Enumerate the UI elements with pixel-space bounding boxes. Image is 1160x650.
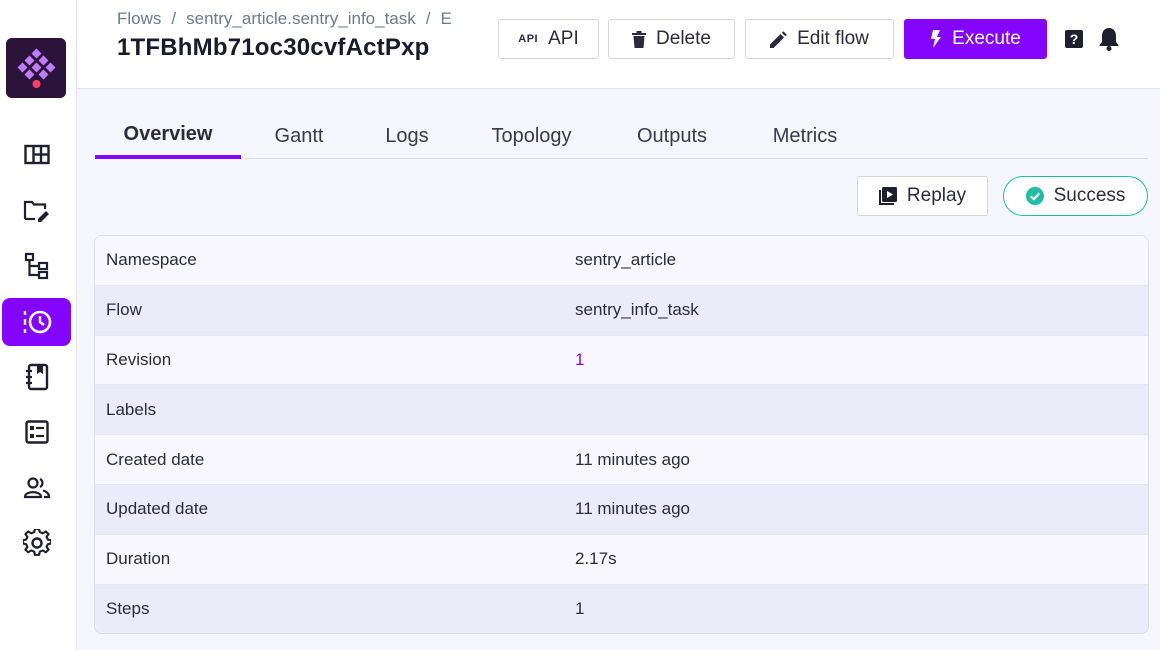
detail-value: 11 minutes ago	[575, 499, 690, 519]
help-icon[interactable]: ?	[1065, 30, 1083, 48]
flows-icon	[23, 200, 49, 222]
detail-value: 1	[575, 599, 585, 619]
breadcrumb: Flows / sentry_article.sentry_info_task / E	[117, 9, 477, 29]
delete-button-label: Delete	[656, 28, 711, 49]
breadcrumb-separator: /	[171, 9, 177, 28]
detail-row-namespace: Namespace sentry_article	[95, 236, 1148, 286]
replay-icon	[878, 187, 897, 205]
logs-icon	[25, 363, 48, 391]
detail-value: sentry_article	[575, 250, 677, 270]
blueprints-icon	[24, 420, 49, 444]
edit-flow-button-label: Edit flow	[797, 28, 869, 49]
detail-row-created-date: Created date 11 minutes ago	[95, 435, 1148, 485]
lightning-icon	[931, 30, 942, 48]
nav-logs[interactable]	[2, 353, 71, 401]
app-logo[interactable]	[6, 38, 66, 98]
executions-icon	[23, 310, 51, 334]
breadcrumb-execution-link[interactable]: E	[440, 9, 451, 28]
api-icon: API	[518, 33, 539, 45]
detail-row-flow: Flow sentry_info_task	[95, 285, 1148, 336]
revision-link[interactable]: 1	[575, 350, 1148, 370]
nav-executions[interactable]	[2, 298, 71, 346]
page-title: 1TFBhMb71oc30cvfActPxp	[117, 34, 430, 61]
detail-row-updated-date: Updated date 11 minutes ago	[95, 484, 1148, 535]
api-button[interactable]: API API	[498, 19, 599, 59]
delete-button[interactable]: Delete	[608, 19, 735, 59]
detail-row-duration: Duration 2.17s	[95, 534, 1148, 585]
tab-bar: Overview Gantt Logs Topology Outputs Met…	[95, 114, 1148, 159]
trash-icon	[632, 30, 647, 48]
logo-icon	[17, 48, 56, 88]
tab-gantt[interactable]: Gantt	[259, 114, 339, 159]
detail-row-labels: Labels	[95, 385, 1148, 436]
nav-blueprints[interactable]	[2, 408, 71, 456]
tab-metrics[interactable]: Metrics	[756, 114, 854, 159]
detail-key: Updated date	[106, 499, 209, 519]
pencil-icon	[770, 30, 787, 48]
templates-icon	[24, 252, 48, 280]
status-badge: Success	[1003, 176, 1148, 216]
execution-details-table: Namespace sentry_article Flow sentry_inf…	[94, 235, 1149, 634]
edit-flow-button[interactable]: Edit flow	[745, 19, 894, 59]
users-icon	[23, 477, 50, 499]
detail-key: Created date	[106, 449, 205, 469]
check-circle-icon	[1025, 187, 1044, 205]
dashboard-icon	[23, 144, 50, 165]
detail-key: Flow	[106, 300, 142, 320]
detail-key: Namespace	[106, 250, 197, 270]
nav-templates[interactable]	[2, 242, 71, 290]
replay-button[interactable]: Replay	[857, 176, 988, 216]
nav-users[interactable]	[2, 464, 71, 512]
detail-key: Revision	[106, 349, 172, 369]
detail-value: sentry_info_task	[575, 300, 699, 320]
detail-key: Duration	[106, 549, 171, 569]
tab-overview[interactable]: Overview	[95, 114, 241, 159]
nav-dashboard[interactable]	[2, 131, 71, 179]
settings-icon	[22, 529, 51, 556]
breadcrumb-flow-link[interactable]: sentry_article.sentry_info_task	[186, 9, 416, 28]
tab-topology[interactable]: Topology	[475, 114, 588, 159]
detail-key: Labels	[106, 399, 157, 419]
sidebar	[0, 0, 77, 650]
tab-outputs[interactable]: Outputs	[621, 114, 723, 159]
execute-button[interactable]: Execute	[904, 19, 1047, 59]
top-header: Flows / sentry_article.sentry_info_task / E …	[77, 0, 1160, 89]
replay-button-label: Replay	[906, 185, 967, 206]
execute-button-label: Execute	[952, 28, 1021, 49]
detail-key: Steps	[106, 599, 150, 619]
detail-value: 11 minutes ago	[575, 449, 690, 469]
nav-flows[interactable]	[2, 187, 71, 235]
nav-settings[interactable]	[2, 519, 71, 567]
bell-icon[interactable]	[1098, 27, 1120, 51]
breadcrumb-separator: /	[425, 9, 431, 28]
tab-logs[interactable]: Logs	[367, 114, 447, 159]
detail-row-steps: Steps 1	[95, 584, 1148, 633]
breadcrumb-flows-link[interactable]: Flows	[117, 9, 161, 28]
detail-value: 2.17s	[575, 549, 617, 569]
status-label: Success	[1053, 185, 1126, 206]
api-button-label: API	[548, 28, 579, 49]
detail-row-revision: Revision 1	[95, 335, 1148, 386]
